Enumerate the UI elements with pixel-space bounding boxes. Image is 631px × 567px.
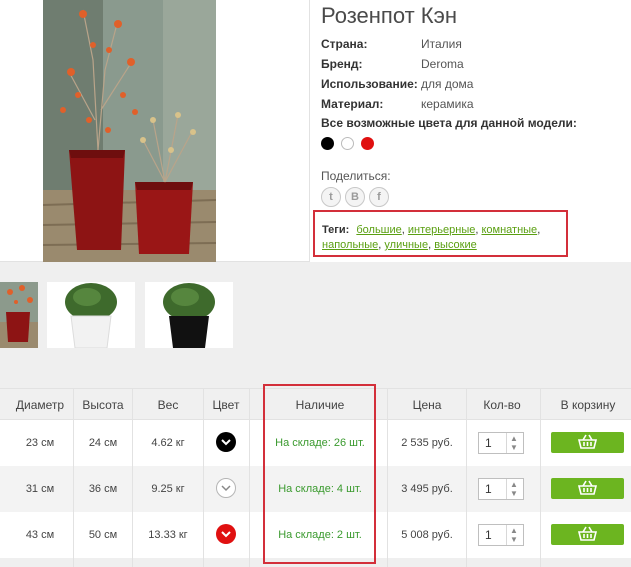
color-chevron-black-icon[interactable] <box>216 432 236 452</box>
stock-highlight-box <box>263 384 376 564</box>
tag-link[interactable]: уличные <box>384 239 428 251</box>
tag-link[interactable]: напольные <box>322 239 378 251</box>
tag-link[interactable]: большие <box>356 224 401 236</box>
thumbnail-2[interactable] <box>47 282 135 348</box>
tag-link[interactable]: интерьерные <box>408 224 475 236</box>
stepper-down-icon[interactable]: ▼ <box>510 444 518 452</box>
color-swatch-white[interactable] <box>341 137 354 150</box>
header-price: Цена <box>412 398 442 412</box>
header-color: Цвет <box>212 398 240 412</box>
row-price: 3 495 руб. <box>401 483 453 495</box>
facebook-icon[interactable]: f <box>369 187 389 207</box>
usage-label: Использование: <box>321 77 418 91</box>
row-price: 5 008 руб. <box>401 529 453 541</box>
row-weight: 13.33 кг <box>148 529 188 541</box>
twitter-icon[interactable]: t <box>321 187 341 207</box>
tags-line-1: Теги: большие, интерьерные, комнатные, <box>322 224 540 237</box>
column-divider <box>540 388 541 567</box>
color-swatch-black[interactable] <box>321 137 334 150</box>
main-product-image[interactable] <box>43 0 216 262</box>
header-height: Высота <box>82 398 124 412</box>
column-divider <box>387 388 388 567</box>
quantity-value[interactable]: 1 <box>485 525 492 545</box>
stepper-up-icon[interactable]: ▲ <box>510 435 518 443</box>
brand-label: Бренд: <box>321 57 363 71</box>
color-swatch-red[interactable] <box>361 137 374 150</box>
row-diameter: 43 см <box>25 529 55 541</box>
quantity-stepper[interactable]: 1 ▲ ▼ <box>478 478 524 500</box>
stepper-divider <box>506 433 507 453</box>
header-diameter: Диаметр <box>15 398 65 412</box>
material-label: Материал: <box>321 97 384 111</box>
add-to-cart-button[interactable] <box>551 478 624 499</box>
row-diameter: 23 см <box>25 437 55 449</box>
stepper-divider <box>506 525 507 545</box>
material-value: керамика <box>421 97 474 111</box>
country-value: Италия <box>421 37 462 51</box>
quantity-stepper[interactable]: 1 ▲ ▼ <box>478 432 524 454</box>
add-to-cart-button[interactable] <box>551 524 624 545</box>
stepper-divider <box>506 479 507 499</box>
quantity-value[interactable]: 1 <box>485 479 492 499</box>
tags-line-2: напольные, уличные, высокие <box>322 239 477 252</box>
vk-icon[interactable]: B <box>345 187 365 207</box>
product-title: Розенпот Кэн <box>321 3 457 28</box>
brand-value: Deroma <box>421 57 464 71</box>
row-diameter: 31 см <box>25 483 55 495</box>
row-height: 36 см <box>88 483 118 495</box>
row-weight: 9.25 кг <box>151 483 185 495</box>
thumbnail-1[interactable] <box>0 282 38 348</box>
share-label: Поделиться: <box>321 169 391 183</box>
thumbnail-3[interactable] <box>145 282 233 348</box>
tag-separator: , <box>537 224 541 236</box>
column-divider <box>203 388 204 567</box>
tags-box: Теги: большие, интерьерные, комнатные, н… <box>313 210 568 257</box>
column-divider <box>249 388 250 567</box>
stepper-up-icon[interactable]: ▲ <box>510 527 518 535</box>
tag-link[interactable]: комнатные <box>481 224 537 236</box>
main-image-frame <box>0 0 310 262</box>
product-info: Розенпот Кэн Страна: Италия Бренд: Derom… <box>321 0 631 207</box>
usage-value: для дома <box>421 77 474 91</box>
basket-icon <box>577 434 598 449</box>
tags-label: Теги: <box>322 224 350 236</box>
column-divider <box>132 388 133 567</box>
stepper-down-icon[interactable]: ▼ <box>510 536 518 544</box>
stepper-down-icon[interactable]: ▼ <box>510 490 518 498</box>
header-weight: Вес <box>157 398 179 412</box>
basket-icon <box>577 480 598 495</box>
basket-icon <box>577 526 598 541</box>
color-chevron-red-icon[interactable] <box>216 524 236 544</box>
color-chevron-white-icon[interactable] <box>216 478 236 498</box>
column-divider <box>73 388 74 567</box>
add-to-cart-button[interactable] <box>551 432 624 453</box>
row-price: 2 535 руб. <box>401 437 453 449</box>
column-divider <box>466 388 467 567</box>
row-height: 24 см <box>88 437 118 449</box>
quantity-stepper[interactable]: 1 ▲ ▼ <box>478 524 524 546</box>
tag-link[interactable]: высокие <box>434 239 477 251</box>
row-weight: 4.62 кг <box>151 437 185 449</box>
header-add-to-cart: В корзину <box>560 398 616 412</box>
row-height: 50 см <box>88 529 118 541</box>
header-quantity: Кол-во <box>483 398 521 412</box>
country-label: Страна: <box>321 37 368 51</box>
quantity-value[interactable]: 1 <box>485 433 492 453</box>
stepper-up-icon[interactable]: ▲ <box>510 481 518 489</box>
colors-title: Все возможные цвета для данной модели: <box>321 116 577 130</box>
